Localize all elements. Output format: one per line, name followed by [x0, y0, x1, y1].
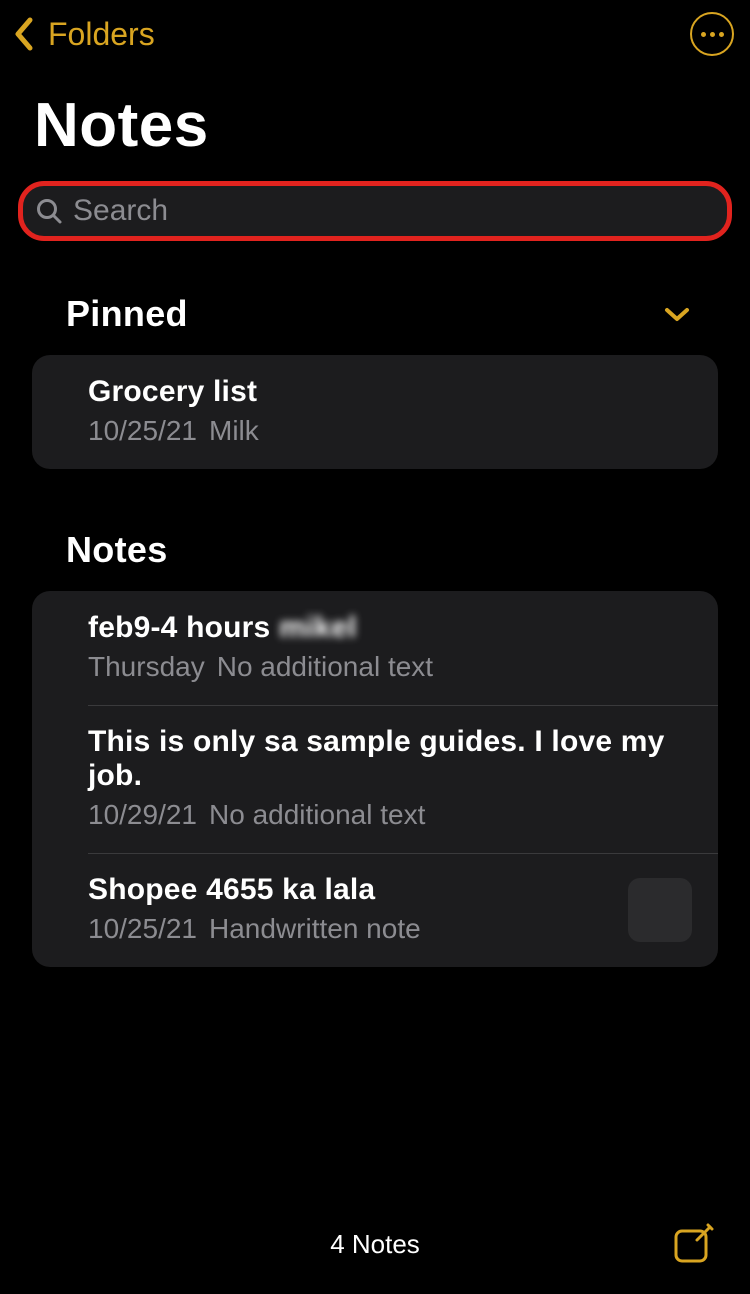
note-title-blurred: mikel	[279, 611, 357, 644]
note-thumbnail	[628, 878, 692, 942]
section-title-pinned: Pinned	[66, 293, 188, 335]
note-preview: No additional text	[209, 799, 425, 830]
pinned-card: Grocery list 10/25/21 Milk	[32, 355, 718, 469]
section-header-pinned[interactable]: Pinned	[0, 241, 750, 349]
note-row[interactable]: feb9-4 hours mikel Thursday No additional…	[32, 591, 718, 705]
note-preview: No additional text	[217, 651, 433, 682]
section-header-notes: Notes	[0, 469, 750, 585]
search-field[interactable]	[18, 181, 732, 241]
note-date: 10/25/21	[88, 415, 197, 446]
ellipsis-icon	[719, 32, 724, 37]
note-row[interactable]: This is only sa sample guides. I love my…	[32, 705, 718, 853]
note-row[interactable]: Shopee 4655 ka lala 10/25/21 Handwritten …	[32, 853, 718, 967]
footer: 4 Notes	[0, 1194, 750, 1294]
section-title-notes: Notes	[66, 529, 168, 571]
compose-button[interactable]	[672, 1223, 714, 1265]
back-label: Folders	[48, 16, 155, 53]
more-button[interactable]	[690, 12, 734, 56]
back-button[interactable]: Folders	[6, 16, 155, 53]
notes-count: 4 Notes	[330, 1229, 420, 1260]
ellipsis-icon	[701, 32, 706, 37]
page-title: Notes	[0, 60, 750, 173]
top-nav: Folders	[0, 0, 750, 60]
note-row[interactable]: Grocery list 10/25/21 Milk	[32, 355, 718, 469]
note-preview: Handwritten note	[209, 913, 421, 944]
note-date: 10/25/21	[88, 913, 197, 944]
note-title: This is only sa sample guides. I love my…	[88, 725, 690, 793]
note-date: 10/29/21	[88, 799, 197, 830]
chevron-left-icon	[12, 16, 34, 52]
note-date: Thursday	[88, 651, 205, 682]
note-title: Grocery list	[88, 375, 690, 409]
ellipsis-icon	[710, 32, 715, 37]
chevron-down-icon	[664, 306, 690, 322]
note-subtitle: 10/25/21 Handwritten note	[88, 913, 690, 945]
note-title: feb9-4 hours mikel	[88, 611, 690, 645]
search-icon	[35, 197, 63, 225]
notes-card: feb9-4 hours mikel Thursday No additional…	[32, 591, 718, 967]
note-title: Shopee 4655 ka lala	[88, 873, 690, 907]
note-subtitle: Thursday No additional text	[88, 651, 690, 683]
search-input[interactable]	[73, 194, 715, 228]
note-subtitle: 10/29/21 No additional text	[88, 799, 690, 831]
note-subtitle: 10/25/21 Milk	[88, 415, 690, 447]
note-preview: Milk	[209, 415, 259, 446]
